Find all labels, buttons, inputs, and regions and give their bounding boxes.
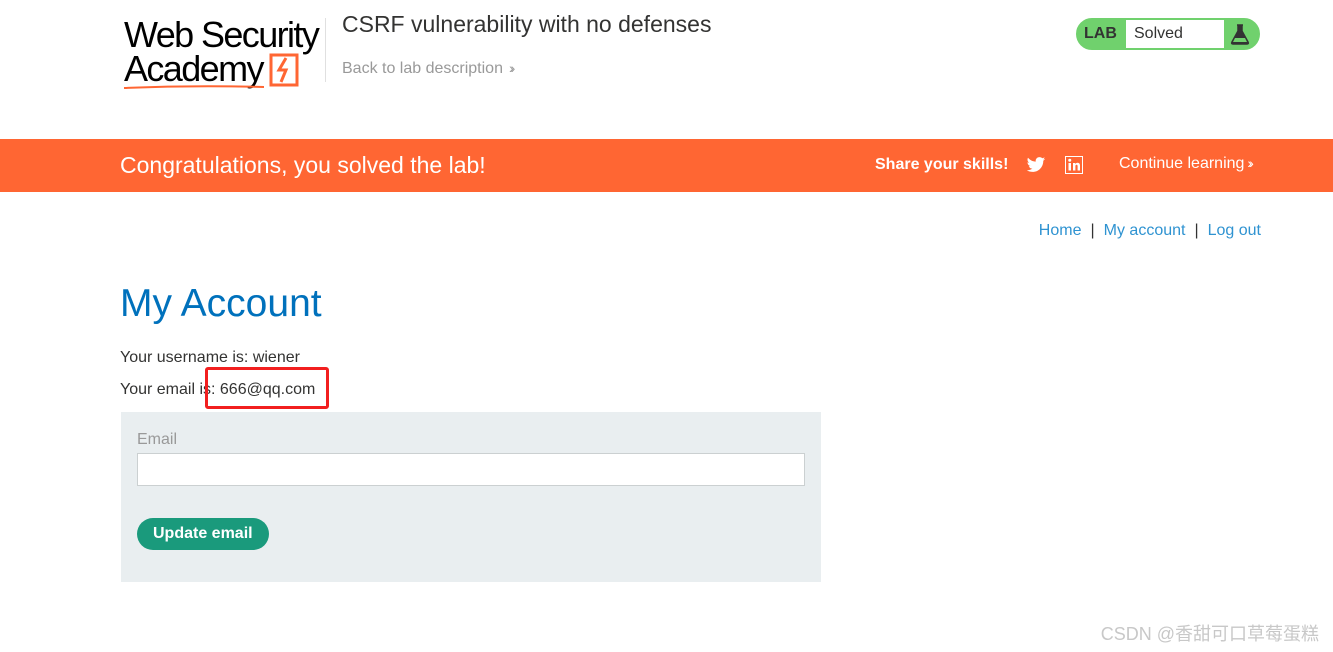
lab-badge-status: Solved [1126, 20, 1224, 48]
lab-title: CSRF vulnerability with no defenses [342, 11, 712, 37]
logo-underline [124, 85, 264, 89]
email-field[interactable] [137, 453, 805, 486]
logo-bolt-icon [269, 53, 299, 87]
twitter-icon[interactable] [1026, 155, 1046, 175]
nav-separator: | [1194, 222, 1199, 239]
nav-my-account-link[interactable]: My account [1104, 222, 1186, 239]
lab-status-badge: LAB Solved [1076, 18, 1260, 50]
back-link-label: Back to lab description [342, 60, 503, 77]
nav-home-link[interactable]: Home [1039, 222, 1082, 239]
email-field-label: Email [137, 431, 178, 448]
solved-banner: Congratulations, you solved the lab! Sha… [0, 139, 1333, 192]
logo-line-1: Web Security [124, 14, 320, 55]
back-to-description-link[interactable]: Back to lab description ›› [342, 60, 516, 78]
change-email-form: Email Update email [121, 412, 821, 582]
highlight-annotation [205, 367, 329, 409]
nav-separator: | [1090, 222, 1095, 239]
double-chevron-right-icon: ›› [508, 60, 516, 76]
flask-icon [1230, 24, 1250, 45]
watermark: CSDN @香甜可口草莓蛋糕 [1100, 624, 1319, 644]
continue-learning-link[interactable]: Continue learning ›› [1119, 155, 1254, 173]
double-chevron-right-icon: ›› [1247, 155, 1254, 171]
congratulations-message: Congratulations, you solved the lab! [120, 152, 486, 178]
update-email-button[interactable]: Update email [137, 518, 269, 550]
header-divider [325, 18, 326, 82]
linkedin-icon[interactable] [1065, 156, 1083, 174]
lab-badge-label: LAB [1084, 25, 1117, 42]
academy-logo[interactable]: Web Security Academy [122, 16, 326, 92]
share-skills-label: Share your skills! [875, 156, 1009, 173]
nav-log-out-link[interactable]: Log out [1208, 222, 1261, 239]
page-title: My Account [120, 282, 322, 325]
continue-learning-label: Continue learning [1119, 155, 1245, 172]
logo-line-2: Academy [124, 48, 264, 89]
account-nav: Home | My account | Log out [1039, 222, 1261, 240]
username-info: Your username is: wiener [120, 349, 300, 366]
